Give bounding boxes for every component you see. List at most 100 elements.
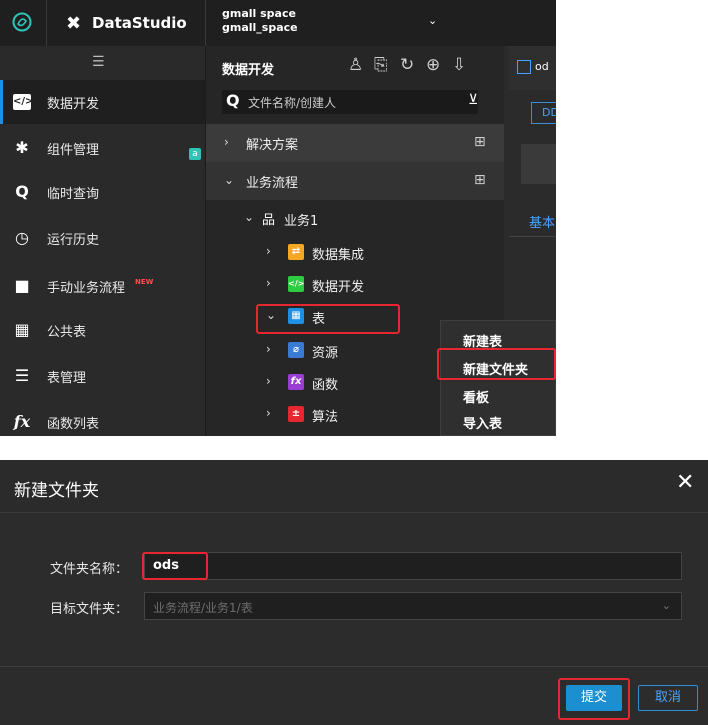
tree-node-label: 数据集成 xyxy=(312,248,365,263)
data-integration-icon: ⇄ xyxy=(288,244,304,260)
top-bar: ✖ DataStudio gmall space gmall_space ⌄ xyxy=(0,0,556,46)
workflow-business1[interactable]: ⌄ 品 业务1 xyxy=(206,204,504,236)
table-icon: ▦ xyxy=(14,320,30,339)
filter-icon[interactable]: ⊻ xyxy=(468,92,478,108)
chevron-down-icon: ⌄ xyxy=(224,173,235,187)
nav-item-public-table[interactable]: ▦ 公共表 xyxy=(0,308,205,352)
editor-panel-block xyxy=(521,144,556,184)
target-folder-placeholder: 业务流程/业务1/表 xyxy=(153,601,253,615)
left-navigation: ☰ </> 数据开发 ✱ 组件管理 a Q 临时查询 ◷ 运行历史 ■ 手动业务… xyxy=(0,46,206,436)
chevron-right-icon: › xyxy=(266,406,271,420)
nav-item-label: 公共表 xyxy=(47,325,87,340)
highlight-box-folder-name xyxy=(142,552,208,580)
highlight-box-new-folder xyxy=(437,348,556,380)
nav-item-label: 手动业务流程 xyxy=(47,281,126,296)
nav-item-component-management[interactable]: ✱ 组件管理 a xyxy=(0,126,205,170)
search-input[interactable]: Q 文件名称/创建人 xyxy=(222,90,478,114)
function-icon: fx xyxy=(288,374,304,390)
chevron-right-icon: › xyxy=(266,276,271,290)
target-folder-label: 目标文件夹： xyxy=(50,602,129,617)
close-icon[interactable]: ✕ xyxy=(676,470,694,495)
algorithm-icon: ± xyxy=(288,406,304,422)
tree-node-label: 数据开发 xyxy=(312,280,365,295)
puzzle-icon: ✱ xyxy=(15,138,29,157)
highlight-box-table xyxy=(256,304,400,334)
nav-item-label: 数据开发 xyxy=(47,97,100,112)
workflow-label: 业务1 xyxy=(284,214,319,229)
menu-item-import-table[interactable]: 导入表 xyxy=(463,413,502,432)
chevron-right-icon: › xyxy=(224,135,229,149)
search-icon: Q xyxy=(226,91,240,110)
nav-item-label: 组件管理 xyxy=(47,143,100,158)
menu-item-board[interactable]: 看板 xyxy=(463,387,489,406)
new-file-icon[interactable]: ⎘ xyxy=(374,55,388,75)
workflow-icon: 品 xyxy=(262,213,276,228)
lock-icon: a xyxy=(189,148,201,160)
folder-workflows[interactable]: ⌄ 业务流程 ⊞ xyxy=(206,162,504,200)
datastudio-icon: ✖ xyxy=(66,13,82,34)
nav-item-function-list[interactable]: fx 函数列表 xyxy=(0,400,205,436)
grid-icon[interactable]: ⊞ xyxy=(474,172,486,188)
nav-item-label: 临时查询 xyxy=(47,187,100,202)
nav-item-data-development[interactable]: </> 数据开发 xyxy=(0,80,205,124)
nav-item-manual-workflow[interactable]: ■ 手动业务流程 NEW xyxy=(0,264,205,308)
locate-icon[interactable]: ⊕ xyxy=(426,55,440,75)
clock-icon: ◷ xyxy=(15,228,29,247)
dataworks-logo-icon xyxy=(12,12,32,32)
tab-label: od xyxy=(535,60,549,73)
nav-item-table-management[interactable]: ☰ 表管理 xyxy=(0,354,205,398)
grid-icon[interactable]: ⊞ xyxy=(474,134,486,150)
tree-node-label: 资源 xyxy=(312,346,339,361)
panel-title: 数据开发 xyxy=(222,63,275,78)
table-manage-icon: ☰ xyxy=(14,366,30,385)
highlight-box-submit xyxy=(558,678,630,720)
folder-name-label: 文件夹名称： xyxy=(50,562,129,577)
search-placeholder: 文件名称/创建人 xyxy=(248,96,337,110)
code-icon: </> xyxy=(13,94,33,110)
chevron-right-icon: › xyxy=(266,342,271,356)
folder-name-input[interactable]: ods xyxy=(144,552,682,580)
editor-tab[interactable]: od xyxy=(509,46,556,90)
target-folder-select[interactable]: 业务流程/业务1/表 ⌄ xyxy=(144,592,682,620)
workspace-id: gmall_space xyxy=(222,21,298,34)
fx-icon: fx xyxy=(13,412,31,431)
chevron-right-icon: › xyxy=(266,244,271,258)
menu-collapse-icon[interactable]: ☰ xyxy=(92,54,105,70)
datastudio-screenshot: ✖ DataStudio gmall space gmall_space ⌄ ☰… xyxy=(0,0,556,436)
chevron-down-icon: ⌄ xyxy=(661,599,671,612)
chevron-down-icon: ⌄ xyxy=(428,14,438,27)
chevron-down-icon: ⌄ xyxy=(244,210,255,224)
table-icon xyxy=(517,60,531,74)
briefcase-icon: ■ xyxy=(14,276,30,295)
divider xyxy=(0,666,708,667)
nav-item-label: 表管理 xyxy=(47,371,87,386)
folder-label: 解决方案 xyxy=(246,138,299,153)
workspace-display-name: gmall space xyxy=(222,7,296,20)
tree-node-label: 函数 xyxy=(312,378,339,393)
chevron-right-icon: › xyxy=(266,374,271,388)
nav-item-temporary-query[interactable]: Q 临时查询 xyxy=(0,170,205,214)
code-icon: </> xyxy=(288,276,304,292)
dialog-header: 新建文件夹 ✕ xyxy=(0,460,708,513)
ddl-button[interactable]: DD xyxy=(531,102,556,124)
resource-icon: ⌀ xyxy=(288,342,304,358)
user-icon[interactable]: ♙ xyxy=(348,55,363,75)
folder-solutions[interactable]: › 解决方案 ⊞ xyxy=(206,124,504,162)
tree-node-data-integration[interactable]: › ⇄ 数据集成 xyxy=(206,238,504,270)
divider xyxy=(509,236,556,237)
new-badge: NEW xyxy=(135,278,154,286)
tab-basic[interactable]: 基本 xyxy=(529,212,555,231)
brand-name: DataStudio xyxy=(92,14,187,32)
cancel-button[interactable]: 取消 xyxy=(638,685,698,711)
refresh-icon[interactable]: ↻ xyxy=(400,55,414,75)
tree-node-label: 算法 xyxy=(312,410,339,425)
new-folder-dialog: 新建文件夹 ✕ 文件夹名称： ods 目标文件夹： 业务流程/业务1/表 ⌄ 提… xyxy=(0,460,708,725)
dialog-title: 新建文件夹 xyxy=(14,481,99,501)
search-icon: Q xyxy=(15,182,29,201)
folder-label: 业务流程 xyxy=(246,176,299,191)
nav-item-run-history[interactable]: ◷ 运行历史 xyxy=(0,216,205,260)
tree-node-data-development[interactable]: › </> 数据开发 xyxy=(206,270,504,302)
nav-item-label: 运行历史 xyxy=(47,233,100,248)
import-icon[interactable]: ⇩ xyxy=(452,55,466,75)
nav-item-label: 函数列表 xyxy=(47,417,100,432)
